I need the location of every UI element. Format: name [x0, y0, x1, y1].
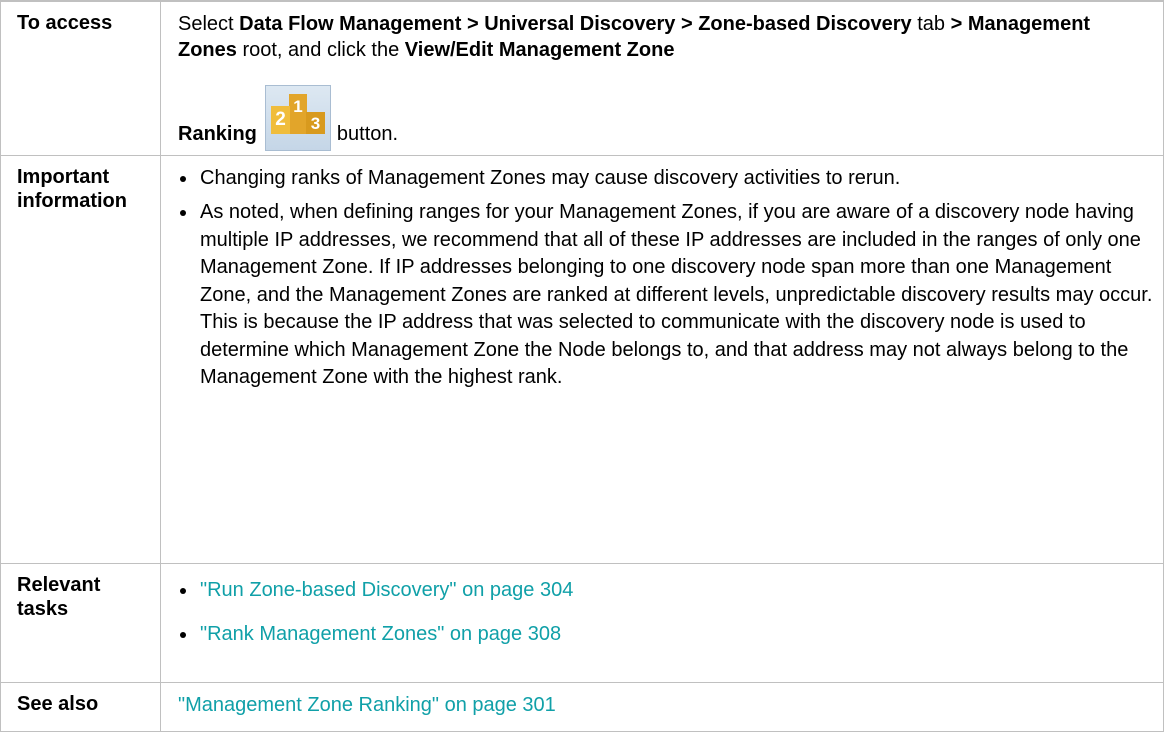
list-item: "Rank Management Zones" on page 308 [178, 621, 1153, 647]
list-item: As noted, when defining ranges for your … [178, 199, 1153, 392]
ranking-podium-icon: 1 2 3 [264, 85, 331, 151]
list-item: Changing ranks of Management Zones may c… [178, 165, 1153, 191]
menu-path: Data Flow Management > Universal Discove… [239, 13, 912, 35]
link-rank-management-zones[interactable]: "Rank Management Zones" on page 308 [200, 623, 561, 645]
rank-digit-3: 3 [311, 114, 320, 133]
link-run-zone-based-discovery[interactable]: "Run Zone-based Discovery" on page 304 [200, 579, 573, 601]
label-relevant-tasks: Relevant tasks [0, 563, 161, 683]
label-see-also: See also [0, 682, 161, 732]
rank-digit-1: 1 [293, 97, 302, 116]
content-to-access: Select Data Flow Management > Universal … [160, 0, 1164, 156]
info-table: To access Select Data Flow Management > … [0, 0, 1164, 732]
content-relevant-tasks: "Run Zone-based Discovery" on page 304 "… [160, 563, 1164, 683]
important-bullet-list: Changing ranks of Management Zones may c… [178, 165, 1153, 392]
row-important-information: Important information Changing ranks of … [0, 155, 1164, 564]
label-important-information: Important information [0, 155, 161, 564]
row-to-access: To access Select Data Flow Management > … [0, 0, 1164, 156]
row-relevant-tasks: Relevant tasks "Run Zone-based Discovery… [0, 563, 1164, 683]
list-item: "Run Zone-based Discovery" on page 304 [178, 577, 1153, 603]
link-management-zone-ranking[interactable]: "Management Zone Ranking" on page 301 [178, 694, 556, 716]
button-name: View/Edit Management Zone [404, 39, 675, 61]
content-important-information: Changing ranks of Management Zones may c… [160, 155, 1164, 564]
content-see-also: "Management Zone Ranking" on page 301 [160, 682, 1164, 732]
rank-digit-2: 2 [275, 109, 286, 130]
tasks-list: "Run Zone-based Discovery" on page 304 "… [178, 577, 1153, 647]
access-instructions: Select Data Flow Management > Universal … [178, 13, 1091, 61]
row-see-also: See also "Management Zone Ranking" on pa… [0, 682, 1164, 732]
label-to-access: To access [0, 0, 161, 156]
